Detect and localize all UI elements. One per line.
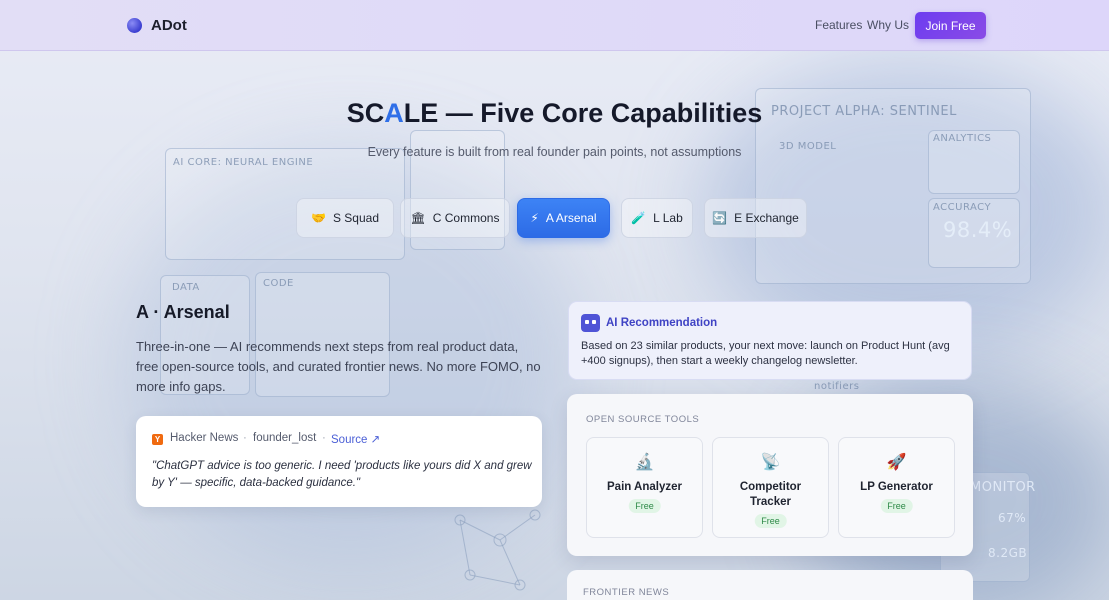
hud-label: DATA — [172, 282, 200, 293]
robot-icon — [581, 314, 600, 332]
title-accent-letter: A — [384, 98, 404, 128]
logo-icon[interactable] — [127, 18, 142, 33]
tool-card-lp-generator[interactable]: 🚀 LP Generator Free — [838, 437, 955, 538]
join-free-button[interactable]: Join Free — [915, 12, 986, 39]
hud-label: 98.4% — [943, 218, 1013, 242]
ai-recommendation-card: AI Recommendation Based on 23 similar pr… — [568, 301, 972, 380]
tab-exchange[interactable]: 🔄 E Exchange — [704, 198, 807, 238]
tab-lab[interactable]: 🧪 L Lab — [621, 198, 693, 238]
open-source-tools-card: OPEN SOURCE TOOLS 🔬 Pain Analyzer Free 📡… — [567, 394, 973, 556]
test-tube-icon: 🧪 — [631, 211, 647, 225]
free-badge: Free — [880, 499, 913, 513]
tool-card-pain-analyzer[interactable]: 🔬 Pain Analyzer Free — [586, 437, 703, 538]
separator-dot: · — [322, 432, 326, 444]
hud-label: CODE — [263, 278, 294, 289]
hud-label: MONITOR — [970, 480, 1036, 495]
tab-squad[interactable]: 🤝 S Squad — [296, 198, 394, 238]
satellite-dish-icon: 📡 — [760, 454, 781, 471]
hud-label: 8.2GB — [988, 546, 1028, 560]
separator-dot: · — [243, 432, 247, 444]
page-subtitle: Every feature is built from real founder… — [367, 145, 742, 159]
page-title: SCALE — Five Core Capabilities — [0, 98, 1109, 129]
microscope-icon: 🔬 — [634, 454, 655, 471]
navbar: ADot Features Why Us Join Free — [0, 0, 1109, 51]
quote-source: Hacker News — [170, 432, 239, 444]
nav-link-why-us[interactable]: Why Us — [867, 18, 909, 32]
tool-name: Competitor Tracker — [739, 481, 802, 508]
title-prefix: SC — [346, 98, 385, 128]
tool-name: Pain Analyzer — [607, 481, 682, 493]
hud-label: ANALYTICS — [933, 133, 992, 144]
section-description: Three-in-one — AI recommends next steps … — [136, 339, 541, 394]
lightning-icon: ⚡ — [530, 211, 539, 225]
tab-arsenal[interactable]: ⚡ A Arsenal — [517, 198, 610, 238]
logo-text[interactable]: ADot — [151, 17, 187, 34]
handshake-icon: 🤝 — [311, 211, 326, 225]
tools-heading: OPEN SOURCE TOOLS — [586, 414, 700, 425]
hud-label: notifiers — [814, 381, 860, 392]
ai-recommendation-title: AI Recommendation — [606, 317, 718, 329]
classical-building-icon: 🏛 — [410, 211, 426, 225]
nav-link-features[interactable]: Features — [815, 18, 862, 32]
ai-recommendation-text: Based on 23 similar products, your next … — [581, 340, 950, 367]
tab-label: L Lab — [653, 211, 683, 225]
quote-card: Y Hacker News · founder_lost · Source ↗ … — [136, 416, 542, 507]
tab-label: E Exchange — [734, 211, 799, 225]
rocket-icon: 🚀 — [886, 454, 907, 471]
hacker-news-icon: Y — [152, 434, 163, 445]
free-badge: Free — [628, 499, 661, 513]
quote-username: founder_lost — [253, 432, 317, 444]
quote-text: "ChatGPT advice is too generic. I need '… — [152, 460, 532, 489]
tab-label: C Commons — [432, 211, 500, 225]
tool-name: LP Generator — [860, 481, 933, 493]
tool-card-competitor-tracker[interactable]: 📡 Competitor Tracker Free — [712, 437, 829, 538]
exchange-arrows-icon: 🔄 — [712, 211, 728, 225]
title-suffix: LE — Five Core Capabilities — [403, 98, 763, 128]
tab-label: S Squad — [332, 211, 379, 225]
hud-label: ACCURACY — [933, 202, 992, 213]
frontier-news-card: FRONTIER NEWS — [567, 570, 973, 600]
tab-label: A Arsenal — [545, 211, 597, 225]
hud-label: 67% — [998, 511, 1027, 525]
quote-source-link[interactable]: Source ↗ — [331, 432, 380, 446]
tab-commons[interactable]: 🏛 C Commons — [400, 198, 510, 238]
free-badge: Free — [754, 514, 787, 528]
section-title: A · Arsenal — [136, 302, 230, 322]
news-heading: FRONTIER NEWS — [583, 587, 670, 598]
